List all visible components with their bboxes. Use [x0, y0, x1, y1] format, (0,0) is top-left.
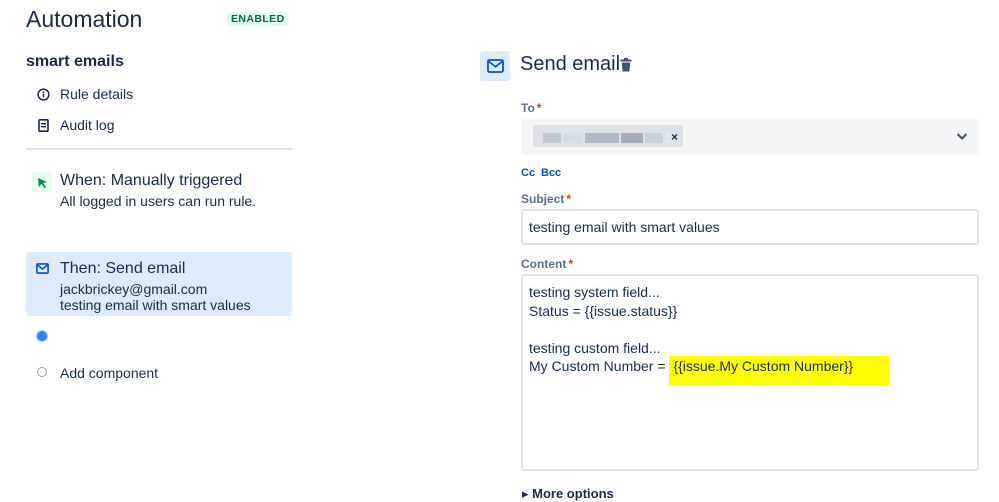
content-label: Content * [521, 257, 573, 271]
trash-icon[interactable] [620, 58, 634, 74]
mail-icon [32, 258, 52, 278]
info-icon [36, 87, 50, 101]
content-line: My Custom Number = {{issue.My Custom Num… [529, 356, 971, 385]
content-prefix: My Custom Number = [529, 358, 670, 374]
action-step-title: Then: Send email [60, 260, 186, 277]
trigger-step[interactable]: When: Manually triggered All logged in u… [26, 166, 292, 216]
rule-details-link[interactable]: Rule details [36, 84, 133, 104]
content-textarea[interactable]: testing system field... Status = {{issue… [521, 274, 979, 471]
trigger-step-title: When: Manually triggered [60, 172, 243, 189]
remove-recipient-icon[interactable]: × [671, 130, 678, 144]
status-badge: ENABLED [227, 12, 289, 26]
chevron-down-icon[interactable] [955, 129, 971, 145]
action-step-send-email[interactable]: Then: Send email jackbrickey@gmail.com t… [26, 252, 292, 316]
subject-input[interactable]: testing email with smart values [521, 209, 979, 245]
more-options-label: More options [532, 486, 614, 501]
page-title: Automation [26, 6, 143, 32]
rule-name: smart emails [26, 53, 124, 70]
action-step-subject: testing email with smart values [60, 297, 251, 313]
branch-dot[interactable] [37, 331, 47, 341]
bcc-link[interactable]: Bcc [541, 167, 561, 179]
highlighted-smart-value: {{issue.My Custom Number}} [669, 356, 890, 385]
recipient-chip [533, 125, 683, 147]
cursor-icon [32, 172, 52, 192]
trigger-step-subtitle: All logged in users can run rule. [60, 193, 257, 209]
action-step-recipient: jackbrickey@gmail.com [60, 281, 208, 297]
more-options-toggle[interactable]: ▸ More options [522, 486, 614, 502]
content-blank-line [529, 321, 971, 340]
rule-details-label: Rule details [60, 86, 134, 102]
divider [26, 148, 292, 150]
audit-log-label: Audit log [60, 117, 115, 133]
to-label: To * [521, 101, 542, 115]
mail-icon [480, 51, 510, 81]
to-select[interactable]: × [521, 119, 979, 155]
add-component-button[interactable]: Add component [60, 365, 158, 381]
subject-label: Subject * [521, 192, 572, 206]
content-line: testing system field... [529, 284, 660, 300]
content-line: Status = {{issue.status}} [529, 302, 678, 319]
cc-link[interactable]: Cc [521, 167, 535, 179]
audit-log-link[interactable]: Audit log [36, 115, 114, 135]
panel-title: Send email [520, 53, 621, 75]
document-icon [36, 118, 50, 132]
add-component-dot[interactable] [37, 367, 47, 377]
